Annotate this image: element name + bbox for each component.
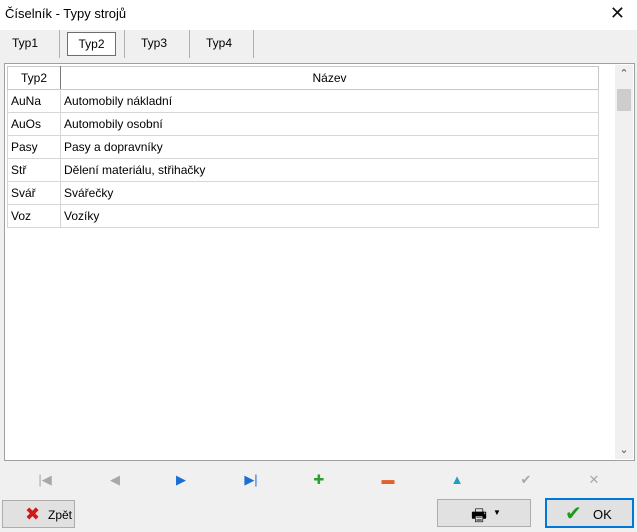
next-record-button[interactable]: ▶ <box>163 468 199 492</box>
cell-name[interactable]: Dělení materiálu, střihačky <box>60 158 599 182</box>
edit-record-icon: ▲ <box>450 472 464 487</box>
prior-record-icon: ◀ <box>110 472 120 487</box>
delete-record-button[interactable]: ▬ <box>370 468 406 492</box>
grid-table: Typ2 Název AuNa Automobily nákladní AuOs… <box>7 66 599 228</box>
cell-code[interactable]: AuOs <box>7 112 61 136</box>
column-header-typ2[interactable]: Typ2 <box>7 66 61 90</box>
ok-button[interactable]: ✔ OK <box>545 498 634 528</box>
back-button[interactable]: ✖ Zpět <box>2 500 75 528</box>
tab-typ4[interactable]: Typ4 <box>195 32 243 54</box>
first-record-icon: |◀ <box>38 472 52 487</box>
first-record-button[interactable]: |◀ <box>27 468 63 492</box>
cell-name[interactable]: Automobily nákladní <box>60 89 599 113</box>
table-row[interactable]: Voz Vozíky <box>7 204 599 228</box>
grid-header-row: Typ2 Název <box>7 66 599 90</box>
scroll-thumb[interactable] <box>617 89 631 111</box>
insert-record-icon: ✚ <box>313 472 325 487</box>
tab-typ3[interactable]: Typ3 <box>130 32 178 54</box>
cell-code[interactable]: Pasy <box>7 135 61 159</box>
window-title: Číselník - Typy strojů <box>5 6 127 21</box>
cell-name[interactable]: Pasy a dopravníky <box>60 135 599 159</box>
title-bar: Číselník - Typy strojů ✕ <box>0 0 637 30</box>
tab-typ1[interactable]: Typ1 <box>2 32 48 54</box>
chevron-down-icon: ▼ <box>493 508 501 517</box>
data-grid[interactable]: Typ2 Název AuNa Automobily nákladní AuOs… <box>4 63 635 461</box>
tab-typ2[interactable]: Typ2 <box>67 32 116 56</box>
cell-code[interactable]: Voz <box>7 204 61 228</box>
tab-separator <box>253 30 254 58</box>
table-row[interactable]: Stř Dělení materiálu, střihačky <box>7 158 599 182</box>
table-row[interactable]: AuOs Automobily osobní <box>7 112 599 136</box>
delete-record-icon: ▬ <box>381 472 395 487</box>
last-record-button[interactable]: ▶| <box>233 468 269 492</box>
back-button-label: Zpět <box>48 508 73 522</box>
tab-separator <box>189 30 190 58</box>
post-record-button[interactable]: ✔ <box>508 468 544 492</box>
scroll-up-icon[interactable]: ⌃ <box>615 65 633 83</box>
tab-separator <box>59 30 60 58</box>
tab-separator <box>124 30 125 58</box>
table-row[interactable]: Pasy Pasy a dopravníky <box>7 135 599 159</box>
insert-record-button[interactable]: ✚ <box>301 468 337 492</box>
printer-icon: 🖶 <box>471 506 488 525</box>
column-header-nazev[interactable]: Název <box>60 66 599 90</box>
cell-name[interactable]: Svářečky <box>60 181 599 205</box>
print-button[interactable]: 🖶 ▼ <box>437 499 531 527</box>
last-record-icon: ▶| <box>244 472 258 487</box>
cancel-x-icon: ✖ <box>25 504 41 524</box>
prior-record-button[interactable]: ◀ <box>97 468 133 492</box>
table-row[interactable]: AuNa Automobily nákladní <box>7 89 599 113</box>
ok-button-label: OK <box>593 507 612 522</box>
cell-code[interactable]: Svář <box>7 181 61 205</box>
cell-code[interactable]: AuNa <box>7 89 61 113</box>
close-icon[interactable]: ✕ <box>610 3 625 24</box>
cell-name[interactable]: Automobily osobní <box>60 112 599 136</box>
post-record-icon: ✔ <box>520 472 532 487</box>
cell-code[interactable]: Stř <box>7 158 61 182</box>
tab-strip: Typ1 Typ2 Typ3 Typ4 <box>0 30 637 58</box>
table-row[interactable]: Svář Svářečky <box>7 181 599 205</box>
next-record-icon: ▶ <box>176 472 186 487</box>
cell-name[interactable]: Vozíky <box>60 204 599 228</box>
vertical-scrollbar[interactable]: ⌃ ⌄ <box>615 65 633 459</box>
record-navigator: |◀ ◀ ▶ ▶| ✚ ▬ ▲ ✔ ✕ <box>0 468 637 492</box>
scroll-down-icon[interactable]: ⌄ <box>615 441 633 459</box>
checkmark-icon: ✔ <box>565 503 582 525</box>
edit-record-button[interactable]: ▲ <box>439 468 475 492</box>
cancel-record-button[interactable]: ✕ <box>576 468 612 492</box>
cancel-record-icon: ✕ <box>588 472 600 487</box>
